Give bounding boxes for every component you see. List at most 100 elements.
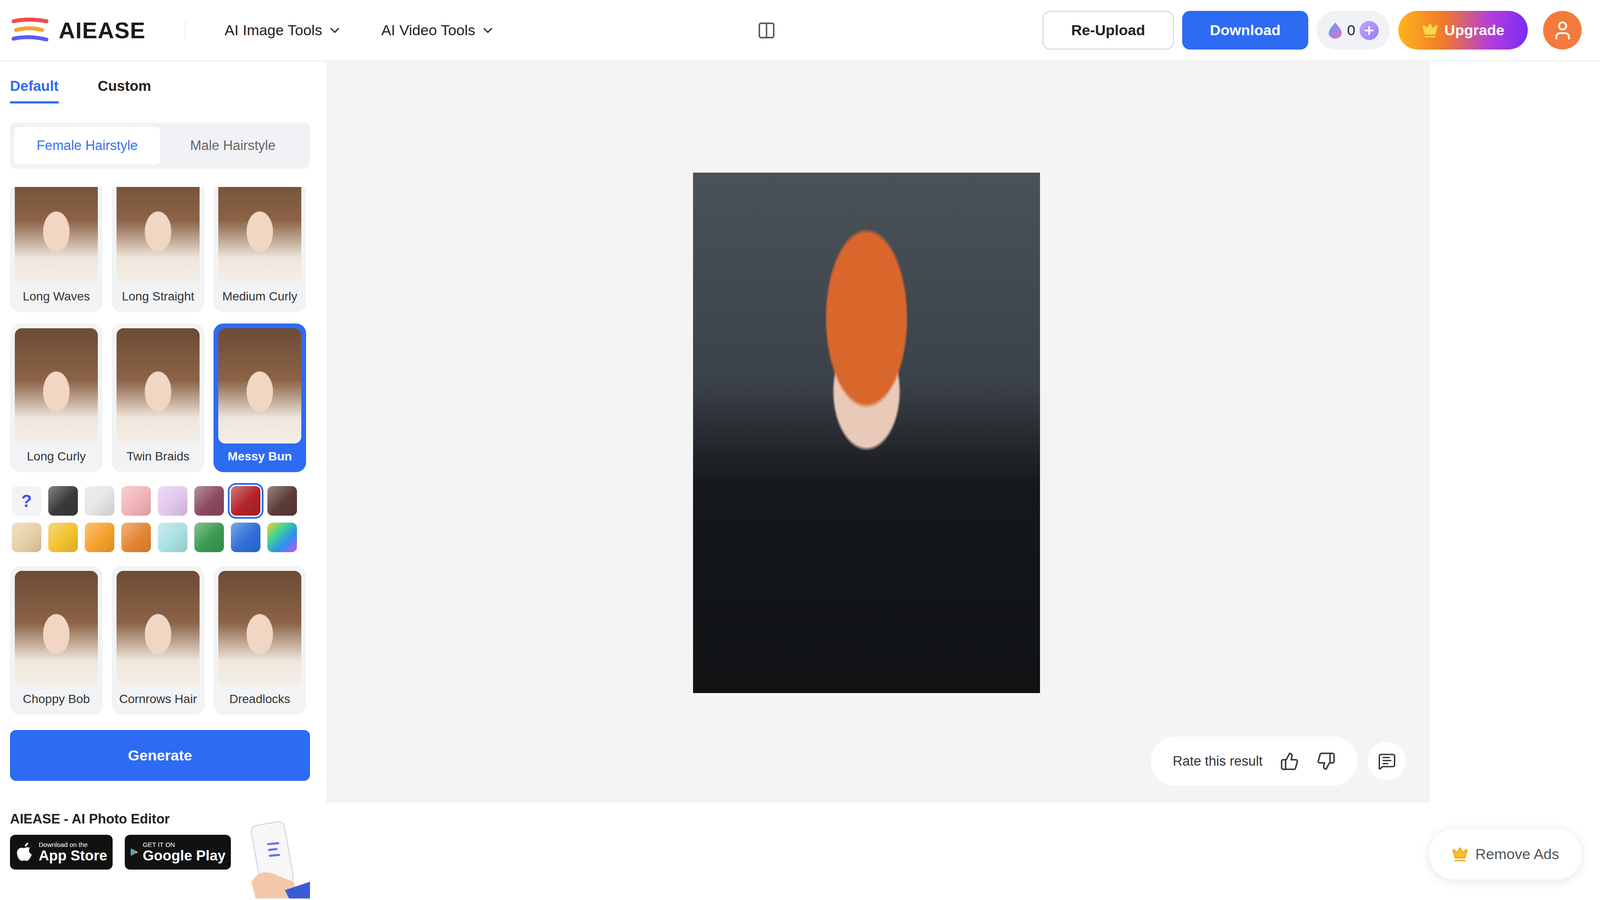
store-badge[interactable]: Download on theApp Store <box>10 834 113 870</box>
thumbs-up-icon[interactable] <box>1280 751 1300 771</box>
chevron-down-icon <box>480 23 496 38</box>
sidebar-tab[interactable]: Default <box>10 61 59 104</box>
plus-icon <box>1362 23 1376 37</box>
hairstyle-card[interactable]: Long Waves <box>10 186 103 313</box>
hairstyle-label: Cornrows Hair <box>116 686 200 710</box>
hairstyle-card[interactable]: Dreadlocks <box>213 566 307 715</box>
hairstyle-thumbnail <box>116 186 200 284</box>
crown-icon <box>1421 22 1439 39</box>
rate-label: Rate this result <box>1172 753 1263 770</box>
hairstyle-card[interactable]: Twin Braids <box>111 323 205 473</box>
nav-menu[interactable]: AI Video Tools <box>381 21 496 39</box>
store-badge[interactable]: GET IT ONGoogle Play <box>124 834 231 870</box>
header-left: AIEASE AI Image Tools AI Video Tools <box>10 15 754 46</box>
color-swatch[interactable] <box>194 486 224 516</box>
top-bar: AIEASE AI Image Tools AI Video Tools Re-Upl… <box>0 0 1600 62</box>
hairstyle-thumbnail <box>116 328 200 444</box>
sidebar-tab[interactable]: Custom <box>97 61 152 104</box>
add-credits-button[interactable] <box>1359 20 1379 40</box>
badge-text: Download on theApp Store <box>38 841 108 864</box>
phone-illustration-icon <box>243 817 310 900</box>
feedback-button[interactable] <box>1367 741 1407 781</box>
badge-text: GET IT ONGoogle Play <box>142 841 226 864</box>
hairstyle-thumbnail <box>14 570 98 687</box>
nav-label: AI Video Tools <box>381 21 476 39</box>
generate-button[interactable]: Generate <box>10 730 310 781</box>
hairstyle-thumbnail <box>14 186 98 284</box>
user-avatar[interactable] <box>1543 10 1582 50</box>
hairstyle-card[interactable]: Choppy Bob <box>10 566 103 715</box>
nav-label: AI Image Tools <box>224 21 323 39</box>
header-divider <box>184 20 186 40</box>
color-swatch[interactable] <box>84 522 115 553</box>
color-swatch[interactable] <box>267 522 297 553</box>
color-swatch[interactable] <box>84 486 115 516</box>
color-swatch[interactable] <box>267 486 297 516</box>
logo-icon <box>10 15 50 46</box>
hairstyle-thumbnail <box>14 328 98 444</box>
hair-color-palette: ? <box>10 483 315 555</box>
hairstyle-row: Choppy Bob Cornrows Hair Dreadlocks <box>10 566 315 715</box>
chevron-down-icon <box>327 23 343 38</box>
download-button[interactable]: Download <box>1182 10 1309 50</box>
gender-switch: Female HairstyleMale Hairstyle <box>10 122 310 169</box>
hairstyle-label: Choppy Bob <box>14 686 98 710</box>
compare-button[interactable] <box>753 17 780 44</box>
logo-text: AIEASE <box>58 17 146 44</box>
style-sidebar: Default Custom Female HairstyleMale Hairst… <box>0 61 327 900</box>
hairstyle-card[interactable]: Cornrows Hair <box>111 566 205 715</box>
color-swatch[interactable] <box>230 522 261 553</box>
logo[interactable]: AIEASE <box>10 15 146 46</box>
color-swatch[interactable] <box>230 486 261 516</box>
hairstyle-card[interactable]: Long Straight <box>111 186 205 313</box>
rate-pill: Rate this result <box>1150 736 1358 786</box>
reupload-button[interactable]: Re-Upload <box>1042 10 1174 50</box>
hairstyle-label: Messy Bun <box>218 443 302 468</box>
hairstyle-label: Long Straight <box>116 283 200 308</box>
result-photo <box>693 172 1040 694</box>
header-actions: Re-UploadDownload 0 Upgrade <box>1042 10 1582 50</box>
comment-icon <box>1377 752 1397 771</box>
hairstyle-card[interactable]: Medium Curly <box>213 186 307 313</box>
app-promo: AIEASE - AI Photo EditorDownload on theA… <box>10 811 310 900</box>
preview-canvas: Rate this result <box>326 61 1430 804</box>
preview-area: Rate this result <box>326 61 1600 900</box>
color-swatch[interactable] <box>48 522 78 553</box>
hairstyle-card[interactable]: Messy Bun <box>213 323 307 473</box>
color-swatch[interactable] <box>157 486 188 516</box>
hairstyle-thumbnail <box>116 570 200 687</box>
gender-option[interactable]: Female Hairstyle <box>14 126 160 165</box>
compare-icon <box>756 20 777 40</box>
store-badges: Download on theApp Store GET IT ONGoogle … <box>10 834 310 900</box>
color-swatch[interactable] <box>121 486 151 516</box>
hairstyle-row: Long Waves Long Straight Medium Curly <box>10 186 315 313</box>
thumbs-down-icon[interactable] <box>1316 751 1336 771</box>
gender-option[interactable]: Male Hairstyle <box>160 126 306 165</box>
hairstyle-label: Long Curly <box>14 443 98 468</box>
remove-ads-button[interactable]: Remove Ads <box>1429 828 1582 880</box>
upgrade-button[interactable]: Upgrade <box>1398 10 1528 50</box>
google-play-icon <box>130 841 139 863</box>
color-swatch[interactable] <box>11 522 42 553</box>
credit-gem-icon <box>1327 21 1343 40</box>
hairstyle-label: Twin Braids <box>116 443 200 468</box>
color-swatch[interactable] <box>48 486 78 516</box>
color-swatch[interactable]: ? <box>11 486 42 516</box>
hairstyle-label: Dreadlocks <box>218 686 302 710</box>
hairstyle-thumbnail <box>218 328 302 444</box>
credits-pill[interactable]: 0 <box>1316 10 1390 50</box>
color-swatch[interactable] <box>194 522 224 553</box>
hairstyle-list[interactable]: Long WavesLong StraightMedium CurlyLong … <box>10 186 324 715</box>
workspace: Default Custom Female HairstyleMale Hairst… <box>0 61 1600 900</box>
color-swatch[interactable] <box>157 522 188 553</box>
hairstyle-label: Long Waves <box>14 283 98 308</box>
hairstyle-card[interactable]: Long Curly <box>10 323 103 473</box>
sidebar-tabs: Default Custom <box>10 61 310 104</box>
hairstyle-row: Long Curly Twin Braids Messy Bun <box>10 323 315 473</box>
app-page: AIEASE AI Image Tools AI Video Tools Re-Upl… <box>0 0 1600 900</box>
rating-bar: Rate this result <box>1150 736 1407 786</box>
color-swatch[interactable] <box>121 522 151 553</box>
credits-count: 0 <box>1346 21 1356 39</box>
nav-menu[interactable]: AI Image Tools <box>224 21 343 39</box>
hairstyle-thumbnail <box>218 570 302 687</box>
